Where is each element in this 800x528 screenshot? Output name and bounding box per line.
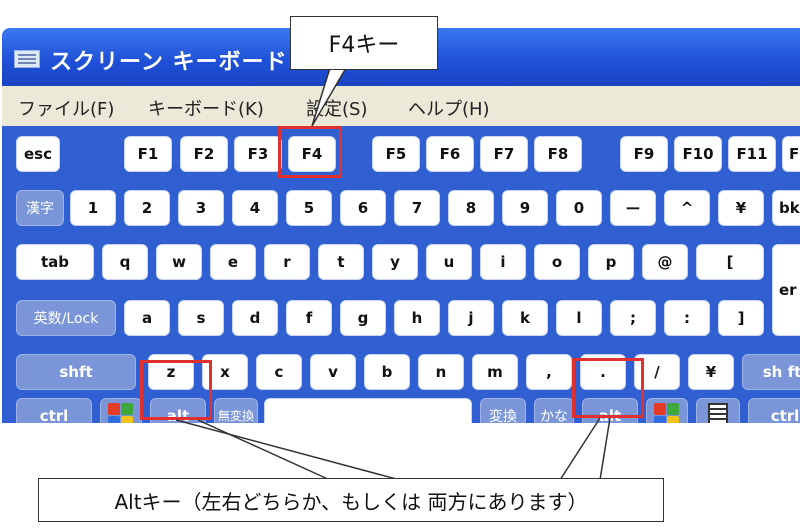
key-f3[interactable]: F3	[234, 136, 282, 172]
key-shift-left[interactable]: shft	[16, 354, 136, 390]
window-title: スクリーン キーボード	[50, 50, 288, 75]
key-w[interactable]: w	[156, 244, 202, 280]
key-semicolon[interactable]: ;	[610, 300, 656, 336]
key-colon[interactable]: :	[664, 300, 710, 336]
key-k[interactable]: k	[502, 300, 548, 336]
on-screen-keyboard-window: スクリーン キーボード ファイル(F) キーボード(K) 設定(S) ヘルプ(H…	[2, 28, 800, 423]
key-win-right[interactable]	[646, 398, 688, 423]
key-t[interactable]: t	[318, 244, 364, 280]
key-tab[interactable]: tab	[16, 244, 94, 280]
key-p[interactable]: p	[588, 244, 634, 280]
key-j[interactable]: j	[448, 300, 494, 336]
menu-settings[interactable]: 設定(S)	[306, 95, 367, 121]
key-f10[interactable]: F10	[674, 136, 722, 172]
key-f9[interactable]: F9	[620, 136, 668, 172]
key-kana[interactable]: かな	[534, 398, 574, 423]
key-5[interactable]: 5	[286, 190, 332, 226]
keyboard-icon	[14, 50, 40, 68]
key-f6[interactable]: F6	[426, 136, 474, 172]
key-at[interactable]: @	[642, 244, 688, 280]
key-eisu-lock[interactable]: 英数/Lock	[16, 300, 116, 336]
key-bracket-close[interactable]: ]	[718, 300, 764, 336]
alt-callout: Altキー（左右どちらか、もしくは 両方にあります）	[38, 478, 664, 522]
key-c[interactable]: c	[256, 354, 302, 390]
key-u[interactable]: u	[426, 244, 472, 280]
key-7[interactable]: 7	[394, 190, 440, 226]
keyboard-area: esc F1 F2 F3 F4 F5 F6 F7 F8 F9 F10 F11 F…	[2, 126, 800, 423]
key-0[interactable]: 0	[556, 190, 602, 226]
key-henkan[interactable]: 変換	[480, 398, 526, 423]
key-kanji[interactable]: 漢字	[16, 190, 64, 226]
key-menu[interactable]	[696, 398, 740, 423]
alt-left-highlight-box	[140, 360, 212, 420]
key-comma[interactable]: ,	[526, 354, 572, 390]
key-space[interactable]	[264, 398, 472, 423]
key-ctrl-left[interactable]: ctrl	[16, 398, 92, 423]
key-f7[interactable]: F7	[480, 136, 528, 172]
key-yen[interactable]: ¥	[718, 190, 764, 226]
key-d[interactable]: d	[232, 300, 278, 336]
windows-logo-icon	[652, 401, 682, 423]
menu-bar: ファイル(F) キーボード(K) 設定(S) ヘルプ(H)	[2, 86, 800, 126]
key-backspace-partial[interactable]: bk	[772, 190, 800, 226]
key-2[interactable]: 2	[124, 190, 170, 226]
key-esc[interactable]: esc	[16, 136, 60, 172]
key-4[interactable]: 4	[232, 190, 278, 226]
key-l[interactable]: l	[556, 300, 602, 336]
key-n[interactable]: n	[418, 354, 464, 390]
key-r[interactable]: r	[264, 244, 310, 280]
key-muhenkan[interactable]: 無変換	[214, 398, 258, 423]
key-backslash-yen[interactable]: ¥	[688, 354, 734, 390]
f4-highlight-box	[278, 126, 342, 178]
key-9[interactable]: 9	[502, 190, 548, 226]
key-win-left[interactable]	[100, 398, 142, 423]
key-v[interactable]: v	[310, 354, 356, 390]
f4-callout: F4キー	[290, 16, 438, 70]
key-8[interactable]: 8	[448, 190, 494, 226]
key-q[interactable]: q	[102, 244, 148, 280]
key-f1[interactable]: F1	[124, 136, 172, 172]
menu-help[interactable]: ヘルプ(H)	[408, 95, 490, 121]
key-bracket-open[interactable]: [	[696, 244, 764, 280]
key-shift-right[interactable]: sh ft	[742, 354, 800, 390]
key-h[interactable]: h	[394, 300, 440, 336]
key-f2[interactable]: F2	[180, 136, 228, 172]
key-3[interactable]: 3	[178, 190, 224, 226]
menu-keyboard[interactable]: キーボード(K)	[148, 95, 264, 121]
key-ctrl-right[interactable]: ctrl	[748, 398, 800, 423]
key-f8[interactable]: F8	[534, 136, 582, 172]
key-i[interactable]: i	[480, 244, 526, 280]
application-menu-icon	[708, 403, 728, 423]
windows-logo-icon	[106, 401, 136, 423]
key-s[interactable]: s	[178, 300, 224, 336]
key-6[interactable]: 6	[340, 190, 386, 226]
key-a[interactable]: a	[124, 300, 170, 336]
key-f12-partial[interactable]: F	[782, 136, 800, 172]
key-e[interactable]: e	[210, 244, 256, 280]
key-caret[interactable]: ^	[664, 190, 710, 226]
key-y[interactable]: y	[372, 244, 418, 280]
key-f11[interactable]: F11	[728, 136, 776, 172]
key-o[interactable]: o	[534, 244, 580, 280]
key-1[interactable]: 1	[70, 190, 116, 226]
alt-right-highlight-box	[572, 358, 644, 418]
key-f[interactable]: f	[286, 300, 332, 336]
menu-file[interactable]: ファイル(F)	[18, 95, 114, 121]
key-minus[interactable]: ー	[610, 190, 656, 226]
key-f5[interactable]: F5	[372, 136, 420, 172]
key-b[interactable]: b	[364, 354, 410, 390]
key-enter-partial[interactable]: er	[772, 244, 800, 336]
key-g[interactable]: g	[340, 300, 386, 336]
key-m[interactable]: m	[472, 354, 518, 390]
